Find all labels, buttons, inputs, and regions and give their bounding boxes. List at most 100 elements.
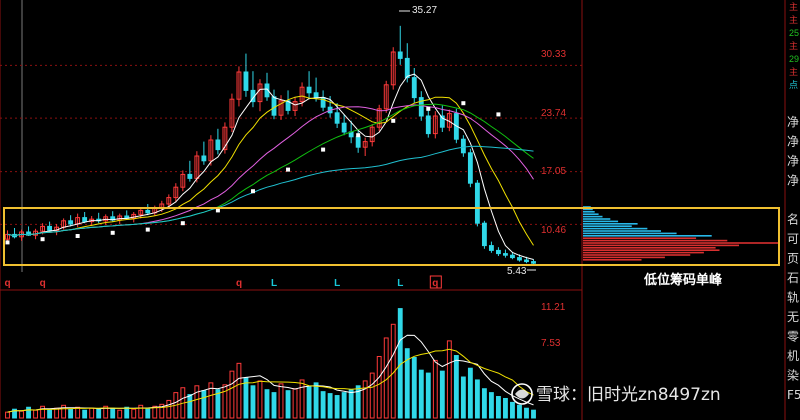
side-panel-item: 可 xyxy=(787,232,799,246)
volume-bar xyxy=(432,359,438,419)
average-dot xyxy=(461,101,466,106)
side-panel-top-item: 点 xyxy=(789,80,798,90)
volume-axis: 11.21 7.53 xyxy=(541,302,566,349)
candle xyxy=(383,80,389,113)
chip-bar xyxy=(583,235,712,237)
volume-bar xyxy=(61,404,67,419)
volume-bar xyxy=(236,362,242,419)
chip-bar xyxy=(583,259,642,261)
high-price-label: 35.27 xyxy=(412,5,437,16)
candle xyxy=(341,114,347,136)
volume-bar xyxy=(348,389,354,419)
candle xyxy=(215,128,221,155)
side-panel-item: 页 xyxy=(787,252,799,266)
side-panel-top-item: 主 xyxy=(789,66,798,77)
volume-bar xyxy=(334,395,340,419)
price-tick-label: 10.46 xyxy=(541,225,566,236)
side-info-panel: 主主25主29主点净净净净名可页石轨无零机染F5 xyxy=(787,1,800,402)
chip-bar xyxy=(583,215,603,218)
volume-bar xyxy=(222,384,228,419)
candle-body xyxy=(47,225,53,231)
chart-frame xyxy=(0,0,786,420)
volume-bar xyxy=(411,356,417,419)
event-marker: L xyxy=(271,278,277,289)
side-panel-item: 无 xyxy=(787,310,799,324)
volume-bar xyxy=(257,380,263,419)
candle xyxy=(243,53,249,97)
event-marker: q xyxy=(432,278,438,289)
chip-bar xyxy=(583,218,611,220)
average-dot xyxy=(110,230,115,235)
candle xyxy=(320,90,326,112)
side-panel-top-item: 29 xyxy=(789,54,799,64)
volume-bar xyxy=(117,409,123,419)
candle xyxy=(236,66,242,107)
candle-body xyxy=(334,112,340,124)
candle-body xyxy=(510,254,515,259)
volume-bar xyxy=(229,370,235,419)
volume-bar xyxy=(369,372,375,419)
candle-body xyxy=(82,217,88,223)
candle xyxy=(306,71,312,100)
candle-body xyxy=(411,77,417,99)
candle xyxy=(432,111,438,139)
candle-body xyxy=(425,115,431,135)
candle xyxy=(425,106,431,138)
volume-bar xyxy=(124,406,130,419)
side-panel-item: 机 xyxy=(787,349,799,363)
volume-bar xyxy=(299,379,305,419)
chip-bar xyxy=(583,249,720,251)
side-panel-item: 轨 xyxy=(787,291,799,305)
volume-bar xyxy=(460,376,466,419)
volume-bar xyxy=(341,392,347,419)
average-dot xyxy=(145,227,150,232)
chip-bar xyxy=(583,225,632,227)
volume-bar xyxy=(278,383,284,419)
watermark-separator: ： xyxy=(570,385,587,405)
volume-bar xyxy=(327,393,333,419)
chip-bar xyxy=(583,232,677,235)
volume-bar xyxy=(19,410,24,419)
volume-bar xyxy=(292,388,298,419)
volume-bar xyxy=(439,370,445,419)
volume-bar xyxy=(40,405,46,419)
candle xyxy=(488,241,494,253)
chip-bar xyxy=(583,247,716,249)
average-dot xyxy=(180,221,185,226)
average-dot xyxy=(496,112,501,117)
side-panel-item: 零 xyxy=(787,330,799,344)
volume-bar xyxy=(5,411,10,419)
volume-bar xyxy=(47,408,53,419)
volume-bar xyxy=(517,404,522,419)
average-dot xyxy=(250,189,255,194)
event-marker: q xyxy=(40,278,46,289)
candle-body xyxy=(306,86,312,94)
candle xyxy=(12,228,17,239)
volume-bar xyxy=(82,409,88,419)
candle-body xyxy=(404,57,410,79)
candle-body xyxy=(341,122,347,133)
candle xyxy=(362,137,368,156)
chip-bar xyxy=(583,211,595,213)
volume-bar xyxy=(250,385,256,419)
chip-bar xyxy=(583,220,619,223)
chip-bar xyxy=(583,213,599,215)
side-panel-top-item: 25 xyxy=(789,28,799,38)
svg-text:雪球：旧时光zn8497zn: 雪球：旧时光zn8497zn xyxy=(536,385,721,405)
side-panel-item: 净 xyxy=(787,174,799,188)
volume-bar xyxy=(306,386,312,419)
chip-bar xyxy=(583,239,728,242)
volume-bar xyxy=(418,369,424,419)
volume-bar xyxy=(26,406,31,419)
candle xyxy=(96,212,102,224)
average-dot xyxy=(356,133,361,138)
volume-bar xyxy=(145,407,151,419)
average-dot xyxy=(75,234,80,238)
candle xyxy=(145,204,151,216)
event-markers: q q q L L Lq xyxy=(5,275,442,289)
volume-bars xyxy=(5,308,536,419)
average-dot xyxy=(286,167,291,172)
volume-bar xyxy=(89,407,95,419)
volume-bar xyxy=(33,409,38,419)
candle-body xyxy=(474,182,480,224)
